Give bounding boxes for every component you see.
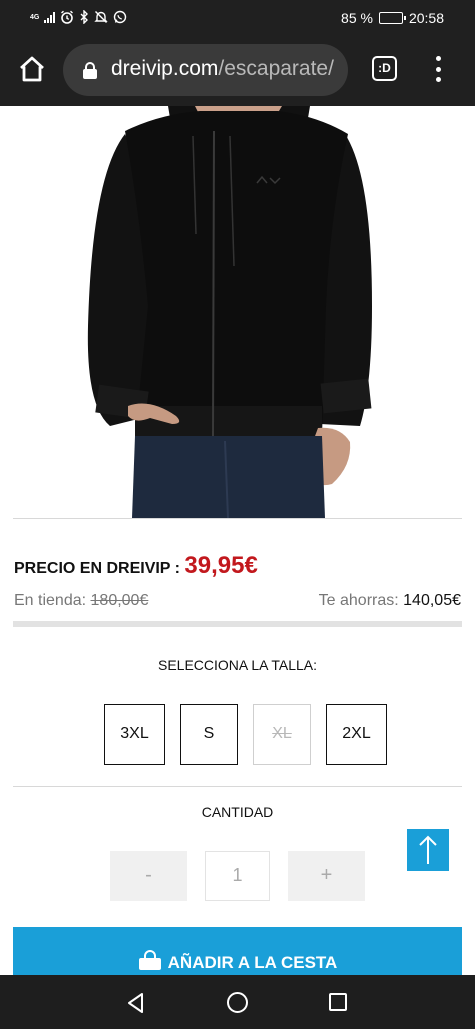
hoodie-photo	[0, 106, 475, 518]
home-icon[interactable]	[17, 54, 47, 84]
store-price-row: En tienda: 180,00€	[14, 592, 148, 610]
url-domain: dreivip.com	[111, 57, 219, 80]
url-text[interactable]: dreivip.com/escaparate/	[111, 57, 334, 81]
signal-icon	[44, 11, 56, 23]
alarm-icon	[61, 10, 74, 24]
scroll-to-top-icon	[419, 835, 437, 864]
more-menu-icon[interactable]	[434, 56, 442, 82]
price-row: PRECIO EN DREIVIP : 39,95€	[14, 552, 258, 580]
size-option-3xl[interactable]: 3XL	[104, 704, 165, 765]
status-icons-left: 4G	[30, 10, 127, 24]
savings-value: 140,05€	[403, 592, 461, 609]
scroll-to-top-button[interactable]	[407, 829, 449, 871]
divider	[13, 786, 462, 787]
price-label: PRECIO EN DREIVIP :	[14, 560, 180, 577]
home-circle-icon[interactable]	[227, 992, 248, 1013]
status-icons-right: 85 % 20:58	[341, 10, 444, 26]
system-navigation-bar	[0, 975, 475, 1029]
quantity-title: CANTIDAD	[201, 804, 274, 820]
network-type: 4G	[30, 13, 40, 21]
clock: 20:58	[408, 10, 444, 26]
divider	[13, 518, 462, 519]
size-title: SELECCIONA LA TALLA:	[157, 657, 317, 673]
tab-switcher-icon[interactable]: :D	[372, 56, 397, 81]
battery-percent: 85 %	[341, 10, 373, 26]
whatsapp-icon	[114, 10, 127, 24]
price-value: 39,95€	[184, 552, 258, 579]
size-option-2xl[interactable]: 2XL	[326, 704, 387, 765]
quantity-increase-button[interactable]: +	[288, 851, 365, 901]
store-price-label: En tienda:	[14, 592, 87, 609]
shopping-bag-icon	[138, 950, 161, 970]
product-image	[0, 106, 475, 518]
address-bar[interactable]: dreivip.com/escaparate/	[63, 44, 348, 96]
lock-icon	[83, 62, 97, 79]
savings-row: Te ahorras: 140,05€	[319, 592, 461, 610]
size-option-s[interactable]: S	[180, 704, 238, 765]
bluetooth-icon	[80, 10, 89, 24]
url-path: /escaparate/	[218, 57, 334, 80]
store-price-value: 180,00€	[90, 592, 149, 609]
recent-apps-icon[interactable]	[329, 993, 347, 1011]
mute-icon	[94, 11, 109, 23]
price-divider-bar	[13, 621, 462, 627]
quantity-input[interactable]: 1	[205, 851, 270, 901]
browser-toolbar: dreivip.com/escaparate/ :D	[0, 38, 475, 106]
battery-icon	[378, 12, 406, 24]
savings-label: Te ahorras:	[318, 592, 399, 609]
size-option-xl: XL	[253, 704, 311, 765]
quantity-decrease-button[interactable]: -	[110, 851, 187, 901]
back-icon[interactable]	[124, 991, 148, 1015]
status-bar: 4G 85 % 20:58	[0, 0, 475, 38]
